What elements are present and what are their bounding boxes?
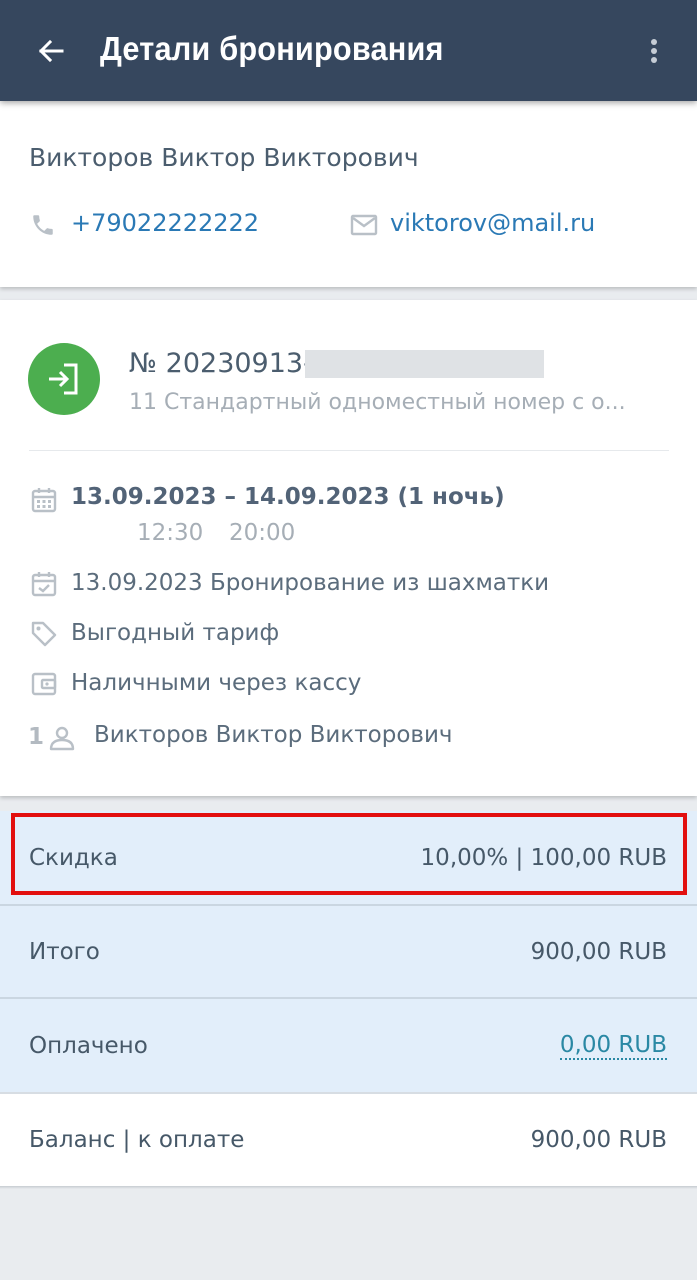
total-label: Итого — [29, 938, 100, 965]
page-title: Детали бронирования — [100, 30, 444, 67]
calendar-check-icon — [30, 570, 58, 598]
email-link[interactable]: viktorov@mail.ru — [390, 209, 595, 237]
phone-link[interactable]: +79022222222 — [71, 209, 259, 237]
tariff-name: Выгодный тариф — [71, 620, 280, 646]
app-bar: Детали бронирования — [0, 0, 697, 101]
total-row: Итого 900,00 RUB — [0, 906, 697, 997]
payment-method: Наличными через кассу — [71, 670, 362, 696]
stay-dates: 13.09.2023 – 14.09.2023 (1 ночь) — [71, 484, 505, 510]
guest-count: 1 — [28, 724, 45, 750]
paid-row: Оплачено 0,00 RUB — [0, 999, 697, 1092]
shadow — [0, 1186, 697, 1189]
discount-row: Скидка 10,00% | 100,00 RUB — [0, 811, 697, 904]
total-value: 900,00 RUB — [530, 938, 667, 965]
balance-value: 900,00 RUB — [530, 1127, 667, 1153]
redacted-block — [305, 350, 544, 378]
guest-name: Викторов Виктор Викторович — [94, 722, 453, 748]
room-name: 11 Стандартный одноместный номер с о... — [129, 390, 626, 415]
phone-icon — [30, 212, 56, 238]
login-icon — [49, 363, 78, 395]
contact-name: Викторов Виктор Викторович — [29, 143, 419, 172]
tag-icon — [30, 620, 58, 648]
paid-label: Оплачено — [29, 1032, 148, 1059]
booking-created: 13.09.2023 Бронирование из шахматки — [71, 570, 550, 596]
back-arrow-icon[interactable] — [36, 34, 66, 68]
booking-card: № 20230913- 11 Стандартный одноместный н… — [0, 300, 697, 796]
booking-number: № 20230913- — [129, 348, 313, 379]
divider — [29, 450, 669, 451]
person-icon — [48, 724, 76, 752]
balance-label: Баланс | к оплате — [29, 1127, 245, 1153]
discount-label: Скидка — [29, 844, 118, 871]
contact-card: Викторов Виктор Викторович +79022222222 … — [0, 101, 697, 287]
checkout-time: 20:00 — [229, 520, 296, 546]
checkin-status-badge — [28, 343, 100, 415]
wallet-icon — [30, 670, 58, 698]
checkin-time: 12:30 — [137, 520, 204, 546]
more-vertical-icon[interactable] — [640, 36, 668, 66]
calendar-icon — [30, 486, 58, 514]
discount-value: 10,00% | 100,00 RUB — [420, 844, 667, 871]
paid-value-link[interactable]: 0,00 RUB — [559, 1032, 667, 1060]
balance-row: Баланс | к оплате 900,00 RUB — [0, 1094, 697, 1186]
mail-icon — [350, 214, 378, 236]
